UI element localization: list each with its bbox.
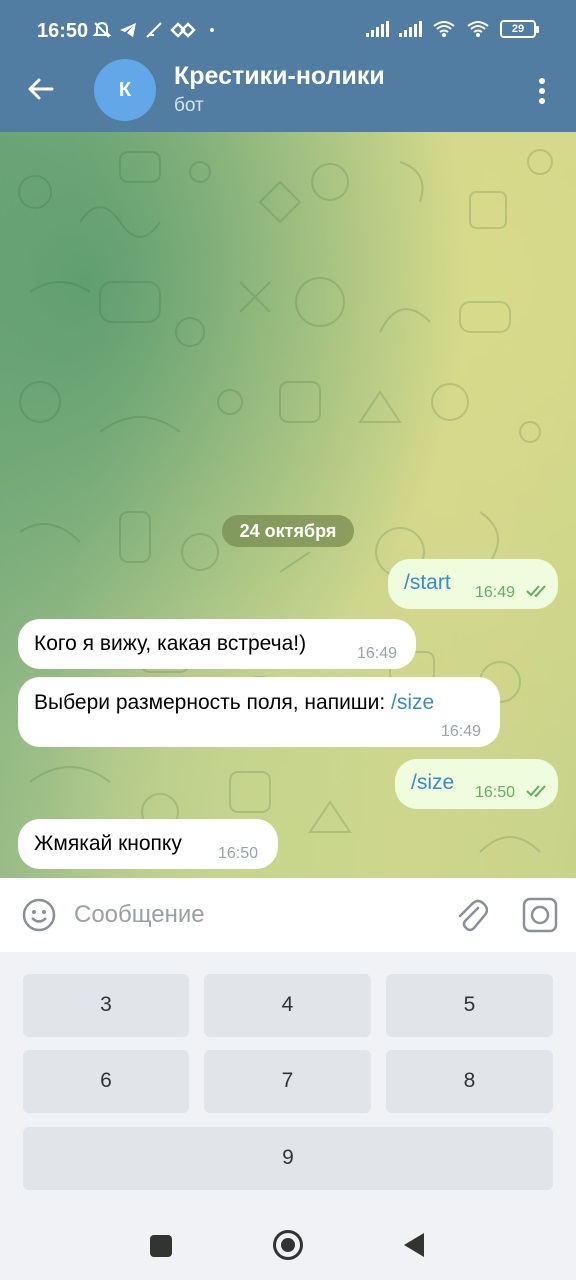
keyboard-button-3[interactable]: 3	[23, 974, 189, 1036]
double-check-icon	[525, 785, 546, 798]
command-link[interactable]: /size	[391, 691, 434, 714]
message-meta: 16:49	[475, 584, 550, 602]
status-time: 16:50	[37, 20, 89, 42]
message-text-plain: Выбери размерность поля, напиши:	[34, 691, 392, 714]
chat-title[interactable]: Крестики-нолики	[174, 62, 385, 91]
message-bubble-out[interactable]: /size 16:50	[395, 759, 558, 809]
notification-icons	[92, 20, 214, 40]
chat-area[interactable]: 24 октября /start 16:49 Кого я вижу, как…	[0, 132, 576, 878]
signal-icon	[366, 21, 389, 37]
keyboard-button-8[interactable]: 8	[386, 1050, 553, 1112]
message-time: 16:50	[475, 784, 516, 801]
battery-icon: 29	[500, 20, 539, 38]
status-right: 29	[366, 20, 539, 38]
message-text: Выбери размерность поля, напиши: /size	[34, 691, 434, 715]
system-nav-bar	[0, 1212, 576, 1280]
vpn-icon	[170, 22, 196, 38]
emoji-icon[interactable]	[22, 898, 56, 932]
message-text: Жмякай кнопку	[34, 832, 182, 855]
message-input[interactable]	[74, 894, 434, 936]
message-text[interactable]: /size	[411, 771, 454, 795]
feather-icon	[146, 22, 162, 38]
arrow-left-icon[interactable]	[24, 72, 58, 106]
message-text: Кого я вижу, какая встреча!)	[34, 632, 307, 655]
message-time: 16:49	[357, 645, 398, 662]
chat-header: К Крестики-нолики бот	[0, 50, 576, 132]
recents-icon[interactable]	[150, 1235, 172, 1257]
date-chip: 24 октября	[222, 515, 354, 547]
telegram-icon	[120, 23, 136, 37]
double-check-icon	[525, 585, 546, 598]
message-time: 16:49	[475, 584, 516, 601]
paperclip-icon[interactable]	[454, 896, 488, 934]
signal-icon	[399, 21, 422, 37]
wifi-icon	[467, 21, 489, 37]
back-triangle-icon[interactable]	[404, 1233, 424, 1257]
message-meta: 16:50	[475, 784, 550, 802]
chat-subtitle: бот	[174, 95, 204, 116]
keyboard-button-5[interactable]: 5	[386, 974, 553, 1036]
mute-icon	[92, 21, 112, 38]
avatar[interactable]: К	[94, 59, 156, 121]
message-text[interactable]: /start	[404, 571, 451, 595]
camera-icon[interactable]	[522, 897, 558, 933]
message-time: 16:50	[218, 845, 259, 862]
message-bubble-in[interactable]: Выбери размерность поля, напиши: /size 1…	[18, 677, 500, 747]
dot-icon	[210, 28, 214, 32]
keyboard-button-7[interactable]: 7	[204, 1050, 371, 1112]
message-bubble-out[interactable]: /start 16:49	[388, 559, 558, 609]
message-input-bar	[0, 878, 576, 952]
wifi-icon	[433, 21, 455, 37]
message-time: 16:49	[441, 723, 482, 740]
more-vertical-icon[interactable]	[530, 74, 554, 108]
keyboard-button-4[interactable]: 4	[204, 974, 371, 1036]
home-icon[interactable]	[273, 1230, 303, 1260]
message-bubble-in[interactable]: Жмякай кнопку 16:50	[18, 819, 278, 869]
top-bar: 16:50 29 К Крестики-нолики бот	[0, 0, 576, 132]
message-bubble-in[interactable]: Кого я вижу, какая встреча!) 16:49	[18, 619, 416, 669]
keyboard-button-6[interactable]: 6	[23, 1050, 189, 1112]
keyboard-button-9[interactable]: 9	[23, 1127, 553, 1189]
bot-keyboard: 3 4 5 6 7 8 9	[0, 952, 576, 1212]
